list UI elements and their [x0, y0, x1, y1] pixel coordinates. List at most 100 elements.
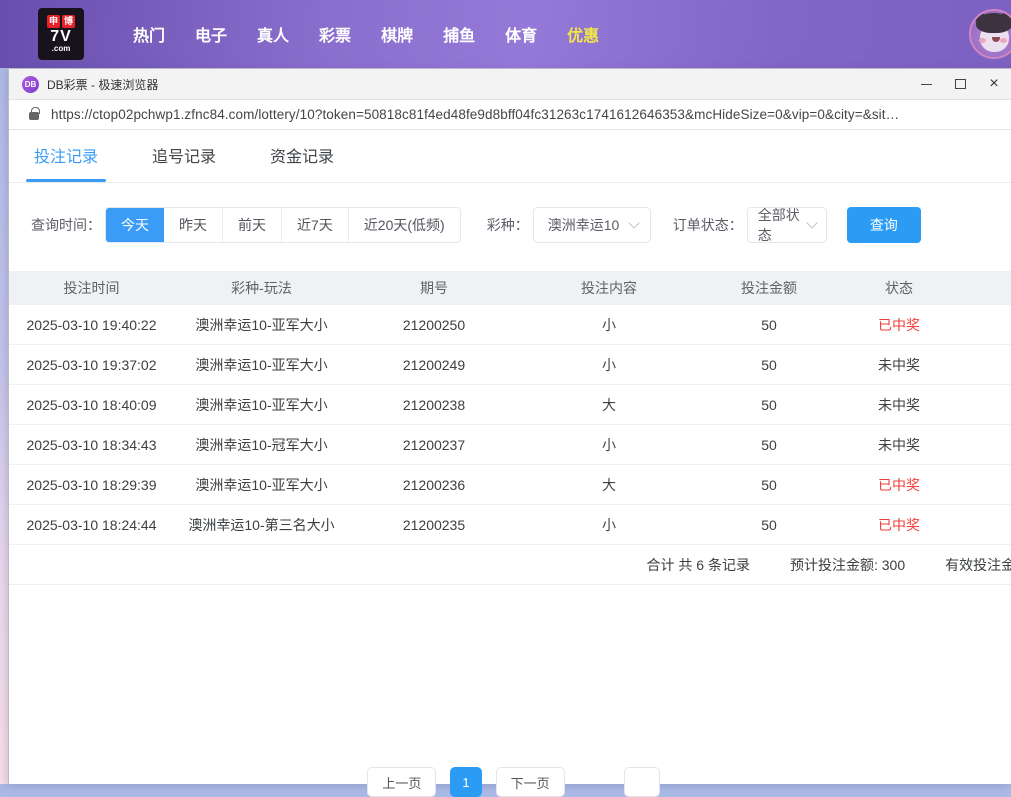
time-option-1[interactable]: 今天: [106, 208, 164, 242]
logo-sub-text: .com: [52, 45, 71, 53]
table-row: 2025-03-10 18:34:43澳洲幸运10-冠军大小21200237小5…: [9, 425, 1011, 465]
cell-status: 未中奖: [839, 435, 959, 455]
time-filter-label: 查询时间：: [31, 215, 101, 235]
record-tabs: 投注记录 追号记录 资金记录: [9, 130, 1011, 183]
maximize-button[interactable]: [943, 69, 977, 100]
next-page-button[interactable]: 下一页: [496, 767, 565, 797]
cell-status: 已中奖: [839, 315, 959, 335]
cell-time: 2025-03-10 18:34:43: [9, 437, 174, 453]
cell-amount: 50: [699, 357, 839, 373]
cell-time: 2025-03-10 19:37:02: [9, 357, 174, 373]
cell-content: 小: [519, 355, 699, 375]
avatar-hair-icon: [976, 13, 1011, 33]
close-icon: ×: [989, 76, 998, 92]
status-select[interactable]: 全部状态: [747, 207, 827, 243]
status-filter-label: 订单状态：: [673, 215, 743, 235]
summary-expected-amount: 预计投注金额: 300: [790, 555, 905, 575]
logo-badges: 申 博: [47, 15, 75, 28]
window-controls: ×: [909, 69, 1011, 100]
time-option-3[interactable]: 前天: [222, 208, 281, 242]
lottery-filter-label: 彩种：: [487, 215, 529, 235]
summary-valid-amount: 有效投注金额:: [945, 555, 1011, 575]
nav-item-8[interactable]: 优惠: [552, 22, 614, 46]
time-option-5[interactable]: 近20天(低频): [348, 208, 460, 242]
nav-item-1[interactable]: 热门: [118, 22, 180, 46]
minimize-icon: [921, 84, 932, 85]
tab-1[interactable]: 投注记录: [34, 143, 98, 182]
cell-amount: 50: [699, 437, 839, 453]
cell-issue: 21200235: [349, 517, 519, 533]
cell-content: 小: [519, 435, 699, 455]
bet-records-table: 投注时间彩种-玩法期号投注内容投注金额状态 2025-03-10 19:40:2…: [9, 271, 1011, 585]
table-row: 2025-03-10 19:40:22澳洲幸运10-亚军大小21200250小5…: [9, 305, 1011, 345]
cell-content: 大: [519, 475, 699, 495]
cell-issue: 21200237: [349, 437, 519, 453]
nav-item-4[interactable]: 彩票: [304, 22, 366, 46]
cell-content: 小: [519, 515, 699, 535]
lottery-select-value: 澳洲幸运10: [548, 215, 620, 235]
time-range-group: 今天昨天前天近7天近20天(低频): [105, 207, 461, 243]
address-bar[interactable]: https://ctop02pchwp1.zfnc84.com/lottery/…: [9, 100, 1011, 130]
main-nav: 热门电子真人彩票棋牌捕鱼体育优惠: [118, 22, 614, 46]
cell-game: 澳洲幸运10-第三名大小: [174, 515, 349, 535]
cell-time: 2025-03-10 18:29:39: [9, 477, 174, 493]
nav-item-3[interactable]: 真人: [242, 22, 304, 46]
site-logo[interactable]: 申 博 7V .com: [38, 8, 84, 60]
close-button[interactable]: ×: [977, 69, 1011, 100]
prev-page-button[interactable]: 上一页: [367, 767, 436, 797]
header-cell-4: 投注内容: [519, 278, 699, 298]
cell-amount: 50: [699, 397, 839, 413]
cell-status: 已中奖: [839, 515, 959, 535]
search-button[interactable]: 查询: [847, 207, 921, 243]
minimize-button[interactable]: [909, 69, 943, 100]
user-avatar[interactable]: [969, 9, 1011, 59]
logo-main-text: 7V: [50, 29, 72, 45]
time-option-4[interactable]: 近7天: [281, 208, 348, 242]
lottery-select[interactable]: 澳洲幸运10: [533, 207, 651, 243]
header-cell-3: 期号: [349, 278, 519, 298]
filter-bar: 查询时间： 今天昨天前天近7天近20天(低频) 彩种： 澳洲幸运10 订单状态：…: [31, 207, 1011, 243]
table-summary: 合计 共 6 条记录 预计投注金额: 300 有效投注金额:: [9, 545, 1011, 585]
header-cell-5: 投注金额: [699, 278, 839, 298]
header-cell-1: 投注时间: [9, 278, 174, 298]
cell-issue: 21200236: [349, 477, 519, 493]
nav-item-7[interactable]: 体育: [490, 22, 552, 46]
chevron-down-icon: [806, 217, 817, 228]
header-cell-6: 状态: [839, 278, 959, 298]
page-1-button[interactable]: 1: [450, 767, 481, 797]
table-body: 2025-03-10 19:40:22澳洲幸运10-亚军大小21200250小5…: [9, 305, 1011, 545]
cell-issue: 21200238: [349, 397, 519, 413]
header-cell-2: 彩种-玩法: [174, 278, 349, 298]
url-text: https://ctop02pchwp1.zfnc84.com/lottery/…: [51, 107, 899, 122]
cell-amount: 50: [699, 477, 839, 493]
cell-time: 2025-03-10 18:40:09: [9, 397, 174, 413]
cell-game: 澳洲幸运10-冠军大小: [174, 435, 349, 455]
cell-time: 2025-03-10 18:24:44: [9, 517, 174, 533]
table-row: 2025-03-10 18:29:39澳洲幸运10-亚军大小21200236大5…: [9, 465, 1011, 505]
nav-item-5[interactable]: 棋牌: [366, 22, 428, 46]
time-option-2[interactable]: 昨天: [164, 208, 222, 242]
cell-time: 2025-03-10 19:40:22: [9, 317, 174, 333]
cell-game: 澳洲幸运10-亚军大小: [174, 355, 349, 375]
cell-amount: 50: [699, 317, 839, 333]
page-jump-input[interactable]: [624, 767, 660, 797]
cell-game: 澳洲幸运10-亚军大小: [174, 315, 349, 335]
table-header: 投注时间彩种-玩法期号投注内容投注金额状态: [9, 271, 1011, 305]
site-navbar: 申 博 7V .com 热门电子真人彩票棋牌捕鱼体育优惠: [0, 0, 1011, 68]
tab-3[interactable]: 资金记录: [270, 143, 334, 182]
summary-total: 合计 共 6 条记录: [647, 555, 750, 575]
browser-window: DB DB彩票 - 极速浏览器 × https://ctop02pchwp1.z…: [8, 68, 1011, 784]
nav-item-6[interactable]: 捕鱼: [428, 22, 490, 46]
cell-game: 澳洲幸运10-亚军大小: [174, 395, 349, 415]
tab-2[interactable]: 追号记录: [152, 143, 216, 182]
window-title: DB彩票 - 极速浏览器: [47, 76, 158, 93]
nav-item-2[interactable]: 电子: [180, 22, 242, 46]
window-titlebar[interactable]: DB DB彩票 - 极速浏览器 ×: [9, 69, 1011, 100]
avatar-blush-icon: [979, 38, 986, 43]
cell-game: 澳洲幸运10-亚军大小: [174, 475, 349, 495]
cell-issue: 21200249: [349, 357, 519, 373]
status-select-value: 全部状态: [758, 205, 800, 245]
cell-issue: 21200250: [349, 317, 519, 333]
lock-icon: [29, 112, 39, 120]
cell-content: 小: [519, 315, 699, 335]
